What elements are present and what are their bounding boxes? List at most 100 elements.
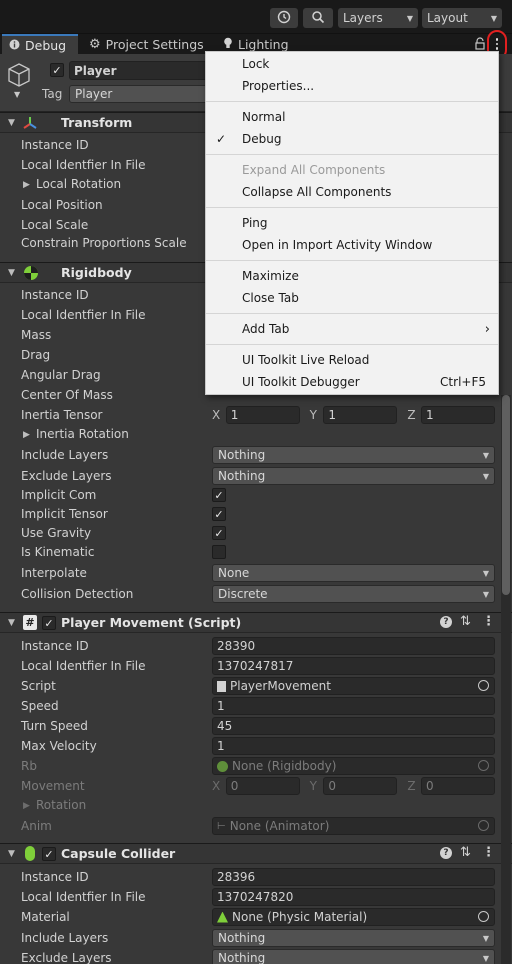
object-picker-icon[interactable] [478, 911, 489, 922]
inertia-x-input[interactable]: 1 [225, 406, 300, 424]
foldout-arrow-icon[interactable]: ▼ [8, 118, 15, 128]
field-label: Max Velocity [21, 739, 97, 753]
component-title: Capsule Collider [61, 846, 176, 861]
foldout-arrow-icon[interactable]: ▼ [8, 849, 15, 859]
inertia-y-input[interactable]: 1 [323, 406, 398, 424]
tab-label: Debug [25, 38, 67, 53]
field-label: Mass [21, 328, 52, 342]
implicit-com-checkbox[interactable]: ✓ [212, 488, 226, 502]
tag-label: Tag [42, 87, 63, 101]
layers-dropdown[interactable]: Layers ▼ [338, 8, 418, 28]
menu-item-ping[interactable]: Ping [206, 212, 498, 234]
menu-label: Close Tab [242, 291, 299, 305]
chevron-down-icon: ▼ [482, 933, 489, 943]
value-text: 0 [230, 779, 239, 793]
field-label: Instance ID [21, 288, 89, 302]
field-label: Constrain Proportions Scale [21, 236, 187, 250]
field-label: Instance ID [21, 870, 89, 884]
menu-label: Maximize [242, 269, 299, 283]
menu-item-debug[interactable]: ✓ Debug [206, 128, 498, 150]
exclude-layers-dropdown[interactable]: Nothing ▼ [212, 949, 495, 964]
more-options-icon[interactable]: ⋮ [482, 614, 495, 629]
player-movement-header[interactable]: ▼ # ✓ Player Movement (Script) ? ⇅ ⋮ [0, 612, 512, 633]
tag-dropdown[interactable]: Player [69, 85, 209, 103]
inertia-z-input[interactable]: 1 [421, 406, 495, 424]
foldout-arrow-icon[interactable]: ▼ [8, 268, 15, 278]
foldout-arrow-icon: ▶ [23, 801, 30, 811]
menu-item-open-import[interactable]: Open in Import Activity Window [206, 234, 498, 256]
menu-item-live-reload[interactable]: UI Toolkit Live Reload [206, 349, 498, 371]
max-velocity-field[interactable]: 1 [212, 737, 495, 755]
tab-debug[interactable]: Debug [2, 34, 78, 55]
menu-item-collapse-all[interactable]: Collapse All Components [206, 181, 498, 203]
menu-label: Normal [242, 110, 286, 124]
enabled-checkbox[interactable]: ✓ [42, 616, 56, 630]
value-text: PlayerMovement [230, 679, 331, 693]
scrollbar-thumb[interactable] [502, 395, 510, 595]
collision-detection-dropdown[interactable]: Discrete ▼ [212, 585, 495, 603]
menu-separator [206, 260, 498, 261]
value-text: 1 [217, 739, 225, 753]
inertia-tensor-field: X 1 Y 1 Z 1 [212, 406, 495, 424]
menu-label: Expand All Components [242, 163, 386, 177]
object-name-field[interactable]: Player [69, 61, 209, 80]
instance-id-field[interactable]: 28396 [212, 868, 495, 886]
chevron-down-icon[interactable]: ▼ [14, 90, 20, 99]
enabled-checkbox[interactable]: ✓ [42, 847, 56, 861]
menu-item-normal[interactable]: Normal [206, 106, 498, 128]
local-id-field[interactable]: 1370247820 [212, 888, 495, 906]
menu-item-debugger[interactable]: UI Toolkit Debugger Ctrl+F5 [206, 371, 498, 393]
preset-icon[interactable]: ⇅ [460, 845, 471, 860]
player-movement-panel: Instance ID 28390 Local Identfier In Fil… [0, 633, 512, 843]
value-text: 28396 [217, 870, 256, 884]
field-label: Script [21, 679, 56, 693]
field-label: Implicit Com [21, 488, 97, 502]
layout-dropdown[interactable]: Layout ▼ [422, 8, 502, 28]
interpolate-dropdown[interactable]: None ▼ [212, 564, 495, 582]
menu-item-add-tab[interactable]: Add Tab › [206, 318, 498, 340]
menu-separator [206, 344, 498, 345]
speed-field[interactable]: 1 [212, 697, 495, 715]
layout-label: Layout [427, 11, 468, 25]
foldout-arrow-icon[interactable]: ▶ [23, 180, 30, 190]
field-label: Material [21, 910, 70, 924]
field-label: Use Gravity [21, 526, 92, 540]
turn-speed-field[interactable]: 45 [212, 717, 495, 735]
tab-project-settings[interactable]: ⚙ Project Settings [82, 34, 212, 55]
cs-script-icon [217, 680, 226, 692]
object-picker-icon[interactable] [478, 680, 489, 691]
exclude-layers-dropdown[interactable]: Nothing ▼ [212, 467, 495, 485]
menu-item-lock[interactable]: Lock [206, 53, 498, 75]
help-icon[interactable]: ? [440, 847, 452, 859]
menu-item-close-tab[interactable]: Close Tab [206, 287, 498, 309]
preset-icon[interactable]: ⇅ [460, 614, 471, 629]
capsule-collider-header[interactable]: ▼ ✓ Capsule Collider ? ⇅ ⋮ [0, 843, 512, 864]
dropdown-value: Nothing [218, 951, 266, 964]
chevron-down-icon: ▼ [490, 13, 497, 23]
include-layers-dropdown[interactable]: Nothing ▼ [212, 446, 495, 464]
local-id-field[interactable]: 1370247817 [212, 657, 495, 675]
foldout-arrow-icon[interactable]: ▼ [8, 618, 15, 628]
foldout-arrow-icon[interactable]: ▶ [23, 430, 30, 440]
menu-item-properties[interactable]: Properties... [206, 75, 498, 97]
field-label[interactable]: Local Rotation [36, 177, 121, 191]
history-button[interactable] [270, 8, 298, 28]
menu-item-maximize[interactable]: Maximize [206, 265, 498, 287]
active-checkbox[interactable]: ✓ [50, 63, 64, 77]
main-toolbar: Layers ▼ Layout ▼ [0, 0, 512, 33]
dropdown-value: Nothing [218, 469, 266, 483]
is-kinematic-checkbox[interactable] [212, 545, 226, 559]
help-icon[interactable]: ? [440, 616, 452, 628]
implicit-tensor-checkbox[interactable]: ✓ [212, 507, 226, 521]
script-field[interactable]: PlayerMovement [212, 677, 495, 695]
instance-id-field[interactable]: 28390 [212, 637, 495, 655]
include-layers-dropdown[interactable]: Nothing ▼ [212, 929, 495, 947]
search-button[interactable] [303, 8, 333, 28]
use-gravity-checkbox[interactable]: ✓ [212, 526, 226, 540]
menu-label: UI Toolkit Live Reload [242, 353, 370, 367]
object-picker-icon [478, 760, 489, 771]
field-label[interactable]: Inertia Rotation [36, 427, 129, 441]
value-text: 1 [328, 408, 336, 422]
material-field[interactable]: None (Physic Material) [212, 908, 495, 926]
more-options-icon[interactable]: ⋮ [482, 845, 495, 860]
